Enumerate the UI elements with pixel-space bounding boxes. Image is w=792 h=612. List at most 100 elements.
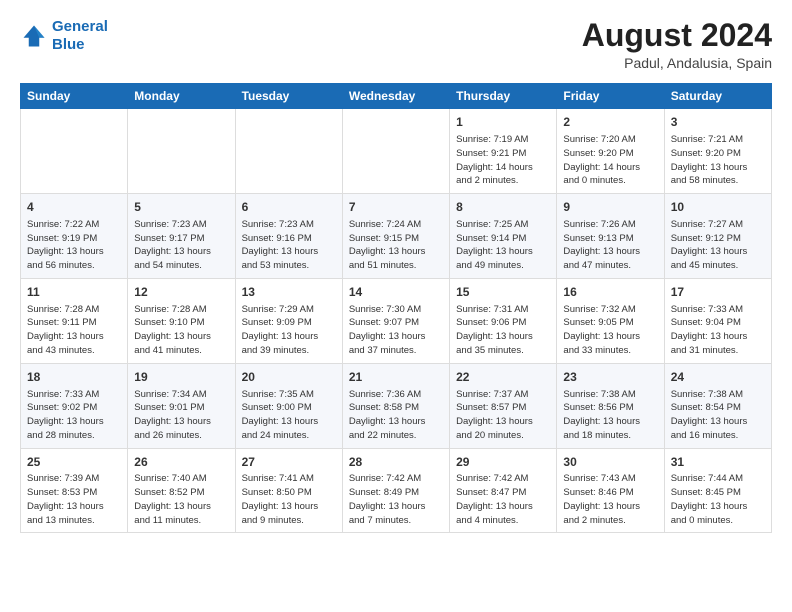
day-number: 22 xyxy=(456,369,550,386)
day-number: 28 xyxy=(349,454,443,471)
calendar-cell: 24Sunrise: 7:38 AM Sunset: 8:54 PM Dayli… xyxy=(664,363,771,448)
calendar-cell: 6 Sunrise: 7:23 AM Sunset: 9:16 PM Daylig… xyxy=(235,194,342,279)
calendar-week-row: 1 Sunrise: 7:19 AM Sunset: 9:21 PM Daylig… xyxy=(21,109,772,194)
calendar-cell xyxy=(235,109,342,194)
day-number: 29 xyxy=(456,454,550,471)
calendar-cell: 1 Sunrise: 7:19 AM Sunset: 9:21 PM Daylig… xyxy=(450,109,557,194)
day-info: Sunrise: 7:43 AM Sunset: 8:46 PM Dayligh… xyxy=(563,472,657,527)
calendar-cell: 14 Sunrise: 7:30 AM Sunset: 9:07 PM Dayli… xyxy=(342,278,449,363)
day-info: Sunrise: 7:42 AM Sunset: 8:49 PM Dayligh… xyxy=(349,472,443,527)
day-info: Sunrise: 7:22 AM Sunset: 9:19 PM Dayligh… xyxy=(27,218,121,273)
day-number: 7 xyxy=(349,199,443,216)
day-info: Sunrise: 7:31 AM Sunset: 9:06 PM Dayligh… xyxy=(456,303,550,358)
day-number: 19 xyxy=(134,369,228,386)
header: General Blue August 2024 Padul, Andalusi… xyxy=(20,18,772,71)
calendar-cell: 15 Sunrise: 7:31 AM Sunset: 9:06 PM Dayli… xyxy=(450,278,557,363)
calendar-header-row: SundayMondayTuesdayWednesdayThursdayFrid… xyxy=(21,84,772,109)
day-info: Sunrise: 7:30 AM Sunset: 9:07 PM Dayligh… xyxy=(349,303,443,358)
logo-icon xyxy=(20,22,48,50)
day-info: Sunrise: 7:38 AM Sunset: 8:56 PM Dayligh… xyxy=(563,388,657,443)
day-number: 18 xyxy=(27,369,121,386)
day-number: 20 xyxy=(242,369,336,386)
day-number: 26 xyxy=(134,454,228,471)
day-number: 21 xyxy=(349,369,443,386)
day-info: Sunrise: 7:21 AM Sunset: 9:20 PM Dayligh… xyxy=(671,133,765,188)
day-number: 6 xyxy=(242,199,336,216)
day-info: Sunrise: 7:42 AM Sunset: 8:47 PM Dayligh… xyxy=(456,472,550,527)
calendar-cell: 25Sunrise: 7:39 AM Sunset: 8:53 PM Dayli… xyxy=(21,448,128,533)
logo-text: General Blue xyxy=(52,18,108,54)
logo: General Blue xyxy=(20,18,108,54)
calendar-cell: 18 Sunrise: 7:33 AM Sunset: 9:02 PM Dayli… xyxy=(21,363,128,448)
day-info: Sunrise: 7:36 AM Sunset: 8:58 PM Dayligh… xyxy=(349,388,443,443)
calendar-cell: 8 Sunrise: 7:25 AM Sunset: 9:14 PM Daylig… xyxy=(450,194,557,279)
day-info: Sunrise: 7:38 AM Sunset: 8:54 PM Dayligh… xyxy=(671,388,765,443)
weekday-header: Thursday xyxy=(450,84,557,109)
calendar-cell: 29Sunrise: 7:42 AM Sunset: 8:47 PM Dayli… xyxy=(450,448,557,533)
day-number: 14 xyxy=(349,284,443,301)
day-number: 16 xyxy=(563,284,657,301)
day-info: Sunrise: 7:40 AM Sunset: 8:52 PM Dayligh… xyxy=(134,472,228,527)
day-number: 17 xyxy=(671,284,765,301)
day-info: Sunrise: 7:39 AM Sunset: 8:53 PM Dayligh… xyxy=(27,472,121,527)
day-number: 12 xyxy=(134,284,228,301)
day-number: 11 xyxy=(27,284,121,301)
day-info: Sunrise: 7:23 AM Sunset: 9:16 PM Dayligh… xyxy=(242,218,336,273)
day-number: 13 xyxy=(242,284,336,301)
day-number: 10 xyxy=(671,199,765,216)
day-info: Sunrise: 7:33 AM Sunset: 9:04 PM Dayligh… xyxy=(671,303,765,358)
calendar-cell: 20 Sunrise: 7:35 AM Sunset: 9:00 PM Dayli… xyxy=(235,363,342,448)
day-info: Sunrise: 7:20 AM Sunset: 9:20 PM Dayligh… xyxy=(563,133,657,188)
calendar-cell xyxy=(21,109,128,194)
calendar-week-row: 18 Sunrise: 7:33 AM Sunset: 9:02 PM Dayli… xyxy=(21,363,772,448)
day-number: 5 xyxy=(134,199,228,216)
day-info: Sunrise: 7:26 AM Sunset: 9:13 PM Dayligh… xyxy=(563,218,657,273)
calendar-cell: 9Sunrise: 7:26 AM Sunset: 9:13 PM Daylig… xyxy=(557,194,664,279)
day-info: Sunrise: 7:24 AM Sunset: 9:15 PM Dayligh… xyxy=(349,218,443,273)
calendar-cell: 12 Sunrise: 7:28 AM Sunset: 9:10 PM Dayli… xyxy=(128,278,235,363)
calendar-week-row: 4 Sunrise: 7:22 AM Sunset: 9:19 PM Daylig… xyxy=(21,194,772,279)
calendar-cell: 30Sunrise: 7:43 AM Sunset: 8:46 PM Dayli… xyxy=(557,448,664,533)
day-info: Sunrise: 7:19 AM Sunset: 9:21 PM Dayligh… xyxy=(456,133,550,188)
weekday-header: Sunday xyxy=(21,84,128,109)
calendar-cell: 5 Sunrise: 7:23 AM Sunset: 9:17 PM Daylig… xyxy=(128,194,235,279)
calendar-cell: 11Sunrise: 7:28 AM Sunset: 9:11 PM Dayli… xyxy=(21,278,128,363)
day-info: Sunrise: 7:33 AM Sunset: 9:02 PM Dayligh… xyxy=(27,388,121,443)
calendar-cell: 19 Sunrise: 7:34 AM Sunset: 9:01 PM Dayli… xyxy=(128,363,235,448)
calendar-title: August 2024 xyxy=(582,18,772,53)
day-number: 4 xyxy=(27,199,121,216)
day-number: 1 xyxy=(456,114,550,131)
day-info: Sunrise: 7:27 AM Sunset: 9:12 PM Dayligh… xyxy=(671,218,765,273)
day-number: 30 xyxy=(563,454,657,471)
calendar-subtitle: Padul, Andalusia, Spain xyxy=(582,55,772,71)
calendar-cell: 26Sunrise: 7:40 AM Sunset: 8:52 PM Dayli… xyxy=(128,448,235,533)
calendar-cell: 7 Sunrise: 7:24 AM Sunset: 9:15 PM Daylig… xyxy=(342,194,449,279)
calendar-cell xyxy=(128,109,235,194)
weekday-header: Friday xyxy=(557,84,664,109)
day-info: Sunrise: 7:25 AM Sunset: 9:14 PM Dayligh… xyxy=(456,218,550,273)
day-number: 25 xyxy=(27,454,121,471)
day-info: Sunrise: 7:23 AM Sunset: 9:17 PM Dayligh… xyxy=(134,218,228,273)
calendar-cell: 4 Sunrise: 7:22 AM Sunset: 9:19 PM Daylig… xyxy=(21,194,128,279)
day-info: Sunrise: 7:28 AM Sunset: 9:10 PM Dayligh… xyxy=(134,303,228,358)
day-number: 8 xyxy=(456,199,550,216)
weekday-header: Saturday xyxy=(664,84,771,109)
day-info: Sunrise: 7:34 AM Sunset: 9:01 PM Dayligh… xyxy=(134,388,228,443)
title-block: August 2024 Padul, Andalusia, Spain xyxy=(582,18,772,71)
calendar-cell: 21 Sunrise: 7:36 AM Sunset: 8:58 PM Dayli… xyxy=(342,363,449,448)
calendar-cell: 2 Sunrise: 7:20 AM Sunset: 9:20 PM Daylig… xyxy=(557,109,664,194)
calendar-cell: 22Sunrise: 7:37 AM Sunset: 8:57 PM Dayli… xyxy=(450,363,557,448)
day-info: Sunrise: 7:29 AM Sunset: 9:09 PM Dayligh… xyxy=(242,303,336,358)
calendar-cell: 28Sunrise: 7:42 AM Sunset: 8:49 PM Dayli… xyxy=(342,448,449,533)
calendar-cell: 16 Sunrise: 7:32 AM Sunset: 9:05 PM Dayli… xyxy=(557,278,664,363)
day-number: 27 xyxy=(242,454,336,471)
day-number: 15 xyxy=(456,284,550,301)
calendar-week-row: 11Sunrise: 7:28 AM Sunset: 9:11 PM Dayli… xyxy=(21,278,772,363)
calendar-cell: 23Sunrise: 7:38 AM Sunset: 8:56 PM Dayli… xyxy=(557,363,664,448)
calendar-cell: 3 Sunrise: 7:21 AM Sunset: 9:20 PM Daylig… xyxy=(664,109,771,194)
day-info: Sunrise: 7:35 AM Sunset: 9:00 PM Dayligh… xyxy=(242,388,336,443)
day-number: 3 xyxy=(671,114,765,131)
day-number: 2 xyxy=(563,114,657,131)
calendar-cell: 13 Sunrise: 7:29 AM Sunset: 9:09 PM Dayli… xyxy=(235,278,342,363)
day-info: Sunrise: 7:32 AM Sunset: 9:05 PM Dayligh… xyxy=(563,303,657,358)
